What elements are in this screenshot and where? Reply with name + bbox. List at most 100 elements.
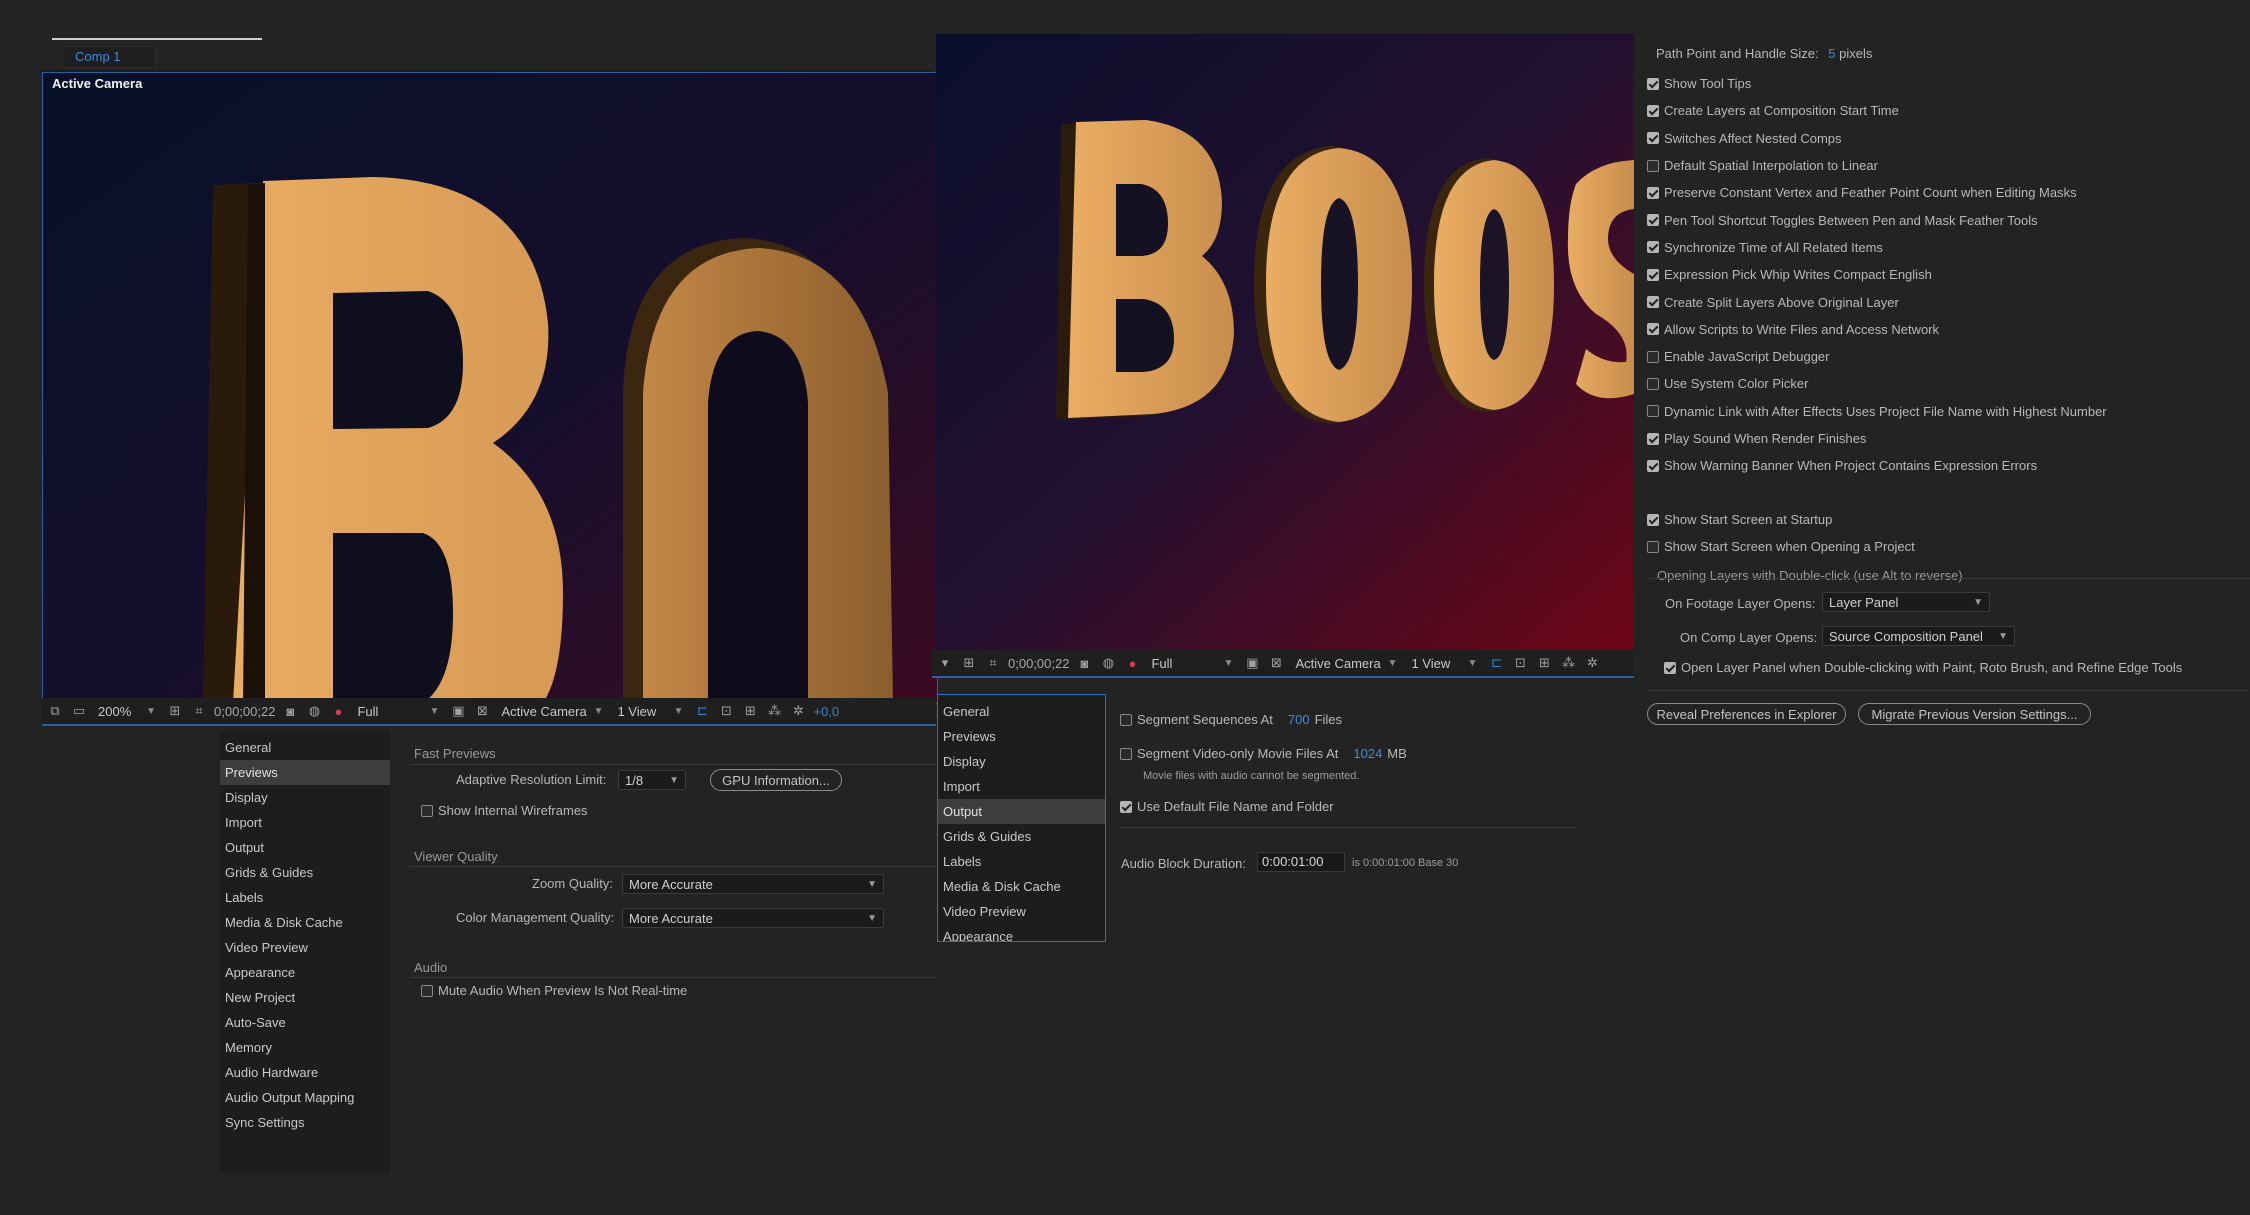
zoom-quality-dropdown[interactable]: More Accurate ▼: [622, 874, 884, 894]
general-option-checkbox[interactable]: [1647, 132, 1659, 145]
general-option-row[interactable]: Synchronize Time of All Related Items: [1647, 234, 2107, 261]
category-item-memory[interactable]: Memory: [220, 1035, 390, 1060]
camera-dropdown[interactable]: Active Camera ▼: [1291, 653, 1401, 673]
general-option-checkbox[interactable]: [1647, 432, 1659, 445]
mask-visibility-icon[interactable]: ⌗: [190, 703, 208, 719]
fast-previews-icon[interactable]: ⊡: [717, 703, 735, 719]
category-item-general[interactable]: General: [220, 735, 390, 760]
general-option-row[interactable]: Switches Affect Nested Comps: [1647, 125, 2107, 152]
category-item-previews[interactable]: Previews: [938, 724, 1105, 749]
general-option-row[interactable]: Pen Tool Shortcut Toggles Between Pen an…: [1647, 206, 2107, 233]
category-item-sync-settings[interactable]: Sync Settings: [220, 1110, 390, 1135]
start-screen-row[interactable]: Show Start Screen at Startup: [1647, 512, 1832, 527]
region-of-interest-icon[interactable]: ▣: [449, 703, 467, 719]
start-screen-open-row[interactable]: Show Start Screen when Opening a Project: [1647, 539, 1915, 554]
comp-layer-dropdown[interactable]: Source Composition Panel ▼: [1822, 626, 2015, 646]
category-item-import[interactable]: Import: [220, 810, 390, 835]
category-item-appearance[interactable]: Appearance: [220, 960, 390, 985]
category-item-general[interactable]: General: [938, 699, 1105, 724]
exposure-reset-icon[interactable]: ✲: [1583, 655, 1601, 671]
safe-zones-icon[interactable]: ⊞: [166, 703, 184, 719]
flowchart-icon[interactable]: ⁂: [1559, 655, 1577, 671]
toggle-pixel-aspect-icon[interactable]: ⊏: [693, 703, 711, 719]
category-item-media-and-disk-cache[interactable]: Media & Disk Cache: [938, 874, 1105, 899]
composition-viewer-right[interactable]: [936, 34, 1634, 652]
audio-block-duration-field[interactable]: 0:00:01:00: [1257, 852, 1345, 872]
region-of-interest-icon[interactable]: ▣: [1243, 655, 1261, 671]
mute-audio-checkbox[interactable]: [421, 984, 433, 997]
general-option-checkbox[interactable]: [1647, 241, 1659, 254]
category-item-labels[interactable]: Labels: [938, 849, 1105, 874]
category-item-video-preview[interactable]: Video Preview: [220, 935, 390, 960]
default-file-name-checkbox[interactable]: [1120, 800, 1132, 813]
category-item-audio-output-mapping[interactable]: Audio Output Mapping: [220, 1085, 390, 1110]
toggle-pixel-aspect-icon[interactable]: ⊏: [1487, 655, 1505, 671]
path-point-value[interactable]: 5: [1828, 46, 1835, 61]
category-item-audio-hardware[interactable]: Audio Hardware: [220, 1060, 390, 1085]
composition-viewer-left[interactable]: [42, 72, 938, 704]
general-option-row[interactable]: Create Layers at Composition Start Time: [1647, 97, 2107, 124]
category-item-labels[interactable]: Labels: [220, 885, 390, 910]
general-option-checkbox[interactable]: [1647, 159, 1659, 172]
color-channels-icon[interactable]: ●: [329, 704, 347, 719]
open-layer-panel-row[interactable]: Open Layer Panel when Double-clicking wi…: [1664, 660, 2182, 675]
default-file-name-row[interactable]: Use Default File Name and Folder: [1120, 799, 1334, 814]
category-item-output[interactable]: Output: [220, 835, 390, 860]
show-snapshot-icon[interactable]: ◍: [305, 703, 323, 719]
segment-video-value[interactable]: 1024: [1353, 746, 1382, 761]
resolution-dropdown[interactable]: Full ▼: [353, 701, 443, 721]
start-screen-open-checkbox[interactable]: [1647, 540, 1659, 553]
category-item-new-project[interactable]: New Project: [220, 985, 390, 1010]
general-option-checkbox[interactable]: [1647, 214, 1659, 227]
category-item-display[interactable]: Display: [220, 785, 390, 810]
safe-zones-icon[interactable]: ⊞: [960, 655, 978, 671]
snapshot-camera-icon[interactable]: ◙: [281, 704, 299, 719]
general-option-checkbox[interactable]: [1647, 377, 1659, 390]
show-internal-wireframes-row[interactable]: Show Internal Wireframes: [421, 803, 588, 818]
general-option-row[interactable]: Show Warning Banner When Project Contain…: [1647, 452, 2107, 479]
category-item-output[interactable]: Output: [938, 799, 1105, 824]
general-option-row[interactable]: Create Split Layers Above Original Layer: [1647, 288, 2107, 315]
general-option-checkbox[interactable]: [1647, 104, 1659, 117]
mask-visibility-icon[interactable]: ⌗: [984, 655, 1002, 671]
color-channels-icon[interactable]: ●: [1123, 656, 1141, 671]
transparency-grid-icon[interactable]: ⊠: [1267, 655, 1285, 671]
snapshot-camera-icon[interactable]: ◙: [1075, 656, 1093, 671]
timeline-icon[interactable]: ⊞: [741, 703, 759, 719]
gpu-information-button[interactable]: GPU Information...: [710, 769, 842, 791]
show-snapshot-icon[interactable]: ◍: [1099, 655, 1117, 671]
category-item-display[interactable]: Display: [938, 749, 1105, 774]
adaptive-resolution-dropdown[interactable]: 1/8 ▼: [618, 770, 686, 790]
general-option-row[interactable]: Enable JavaScript Debugger: [1647, 343, 2107, 370]
general-option-row[interactable]: Preserve Constant Vertex and Feather Poi…: [1647, 179, 2107, 206]
category-item-grids-and-guides[interactable]: Grids & Guides: [220, 860, 390, 885]
camera-dropdown[interactable]: Active Camera ▼: [497, 701, 607, 721]
general-option-row[interactable]: Expression Pick Whip Writes Compact Engl…: [1647, 261, 2107, 288]
fast-previews-icon[interactable]: ⊡: [1511, 655, 1529, 671]
category-item-import[interactable]: Import: [938, 774, 1105, 799]
flowchart-icon[interactable]: ⁂: [765, 703, 783, 719]
general-option-row[interactable]: Allow Scripts to Write Files and Access …: [1647, 316, 2107, 343]
open-layer-panel-checkbox[interactable]: [1664, 661, 1676, 674]
general-option-checkbox[interactable]: [1647, 186, 1659, 199]
segment-video-checkbox[interactable]: [1120, 747, 1132, 760]
segment-sequences-row[interactable]: Segment Sequences At 700 Files: [1120, 712, 1342, 727]
segment-sequences-value[interactable]: 700: [1288, 712, 1310, 727]
segment-sequences-checkbox[interactable]: [1120, 713, 1132, 726]
show-internal-wireframes-checkbox[interactable]: [421, 804, 433, 817]
timeline-icon[interactable]: ⊞: [1535, 655, 1553, 671]
general-option-checkbox[interactable]: [1647, 350, 1659, 363]
exposure-reset-icon[interactable]: ✲: [789, 703, 807, 719]
footage-layer-dropdown[interactable]: Layer Panel ▼: [1822, 592, 1990, 612]
magnification-dropdown[interactable]: 200% ▼: [94, 701, 160, 721]
general-option-checkbox[interactable]: [1647, 296, 1659, 309]
exposure-value[interactable]: +0,0: [813, 704, 839, 719]
category-item-media-and-disk-cache[interactable]: Media & Disk Cache: [220, 910, 390, 935]
general-option-row[interactable]: Default Spatial Interpolation to Linear: [1647, 152, 2107, 179]
color-management-quality-dropdown[interactable]: More Accurate ▼: [622, 908, 884, 928]
general-option-checkbox[interactable]: [1647, 323, 1659, 336]
general-option-checkbox[interactable]: [1647, 459, 1659, 472]
general-option-checkbox[interactable]: [1647, 405, 1659, 418]
category-item-video-preview[interactable]: Video Preview: [938, 899, 1105, 924]
category-item-grids-and-guides[interactable]: Grids & Guides: [938, 824, 1105, 849]
